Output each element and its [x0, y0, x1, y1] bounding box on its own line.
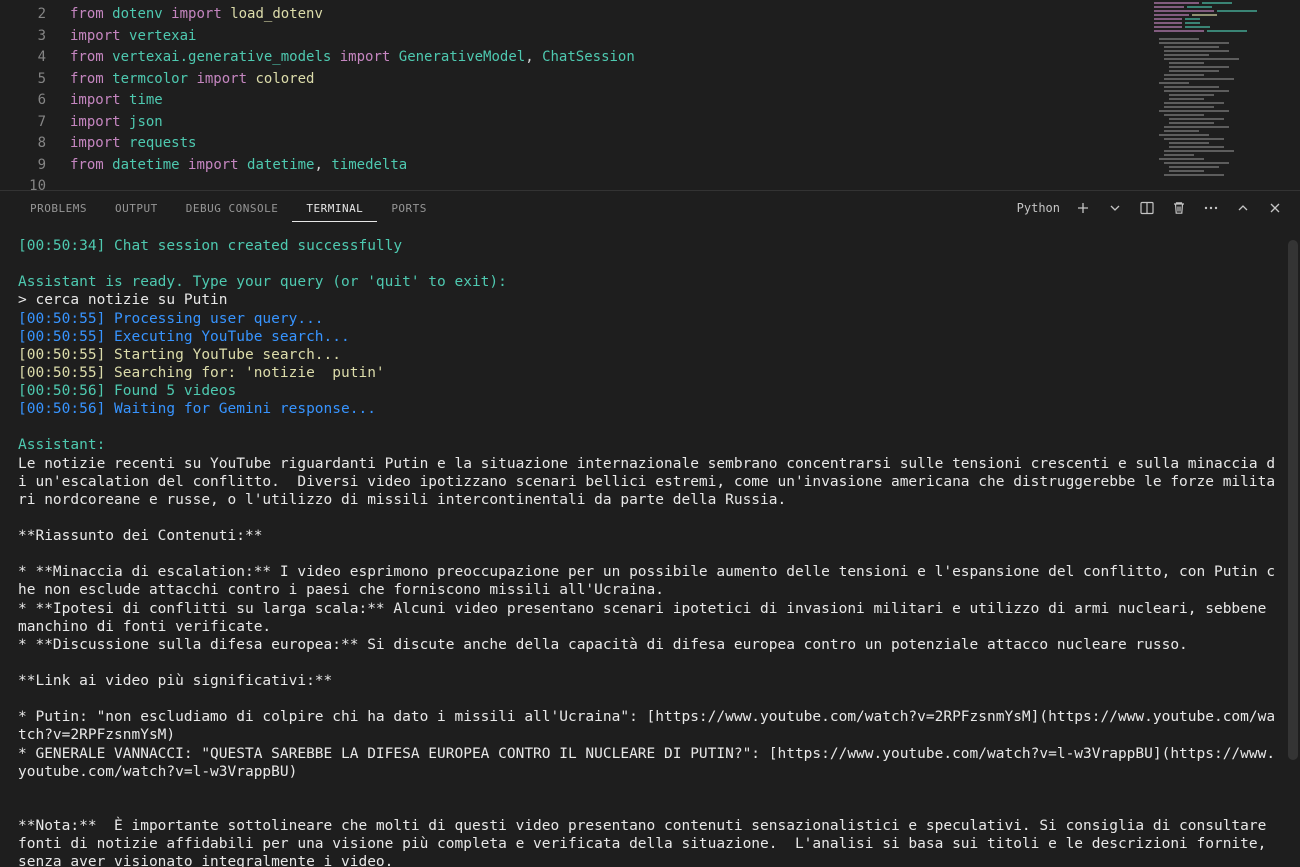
code-lines[interactable]: 2from dotenv import load_dotenv3import v… — [0, 0, 1300, 190]
code-text[interactable]: import vertexai — [70, 26, 1300, 48]
terminal-line: * **Discussione sulla difesa europea:** … — [18, 636, 1282, 654]
panel-tabs: PROBLEMS OUTPUT DEBUG CONSOLE TERMINAL P… — [0, 190, 1300, 225]
terminal-line — [18, 255, 1282, 273]
code-text[interactable]: from vertexai.generative_models import G… — [70, 47, 1300, 69]
minimap[interactable] — [1150, 0, 1300, 190]
panel-actions: Python — [1011, 199, 1284, 217]
terminal-line: Le notizie recenti su YouTube riguardant… — [18, 455, 1282, 509]
terminal-line: * **Ipotesi di conflitti su larga scala:… — [18, 600, 1282, 636]
line-number: 8 — [0, 133, 70, 155]
line-number: 2 — [0, 4, 70, 26]
code-line[interactable]: 2from dotenv import load_dotenv — [0, 4, 1300, 26]
terminal-line: [00:50:55] Processing user query... — [18, 310, 1282, 328]
split-terminal-button[interactable] — [1138, 199, 1156, 217]
terminal-line: * GENERALE VANNACCI: "QUESTA SAREBBE LA … — [18, 745, 1282, 781]
editor[interactable]: 2from dotenv import load_dotenv3import v… — [0, 0, 1300, 190]
terminal-line: Assistant is ready. Type your query (or … — [18, 273, 1282, 291]
terminal-line: [00:50:55] Starting YouTube search... — [18, 346, 1282, 364]
code-line[interactable]: 6import time — [0, 90, 1300, 112]
terminal-line: * Putin: "non escludiamo di colpire chi … — [18, 708, 1282, 744]
line-number: 5 — [0, 69, 70, 91]
terminal-line: **Link ai video più significativi:** — [18, 672, 1282, 690]
code-line[interactable]: 3import vertexai — [0, 26, 1300, 48]
tab-ports[interactable]: PORTS — [377, 194, 441, 222]
terminal-dropdown-icon[interactable] — [1106, 199, 1124, 217]
terminal-line — [18, 690, 1282, 708]
line-number: 9 — [0, 155, 70, 177]
code-line[interactable]: 10 — [0, 176, 1300, 190]
terminal-line: **Riassunto dei Contenuti:** — [18, 527, 1282, 545]
tab-terminal[interactable]: TERMINAL — [292, 194, 377, 222]
terminal-profile[interactable]: Python — [1011, 201, 1060, 215]
more-actions-button[interactable] — [1202, 199, 1220, 217]
tab-debug-console[interactable]: DEBUG CONSOLE — [172, 194, 293, 222]
vertical-scrollbar[interactable] — [1288, 240, 1298, 760]
code-line[interactable]: 9from datetime import datetime, timedelt… — [0, 155, 1300, 177]
code-line[interactable]: 7import json — [0, 112, 1300, 134]
terminal-line: **Nota:** È importante sottolineare che … — [18, 817, 1282, 867]
terminal-output[interactable]: [00:50:34] Chat session created successf… — [0, 225, 1300, 867]
kill-terminal-button[interactable] — [1170, 199, 1188, 217]
code-text[interactable]: from termcolor import colored — [70, 69, 1300, 91]
terminal-line: > cerca notizie su Putin — [18, 291, 1282, 309]
code-line[interactable]: 4from vertexai.generative_models import … — [0, 47, 1300, 69]
terminal-line — [18, 654, 1282, 672]
terminal-line: * **Minaccia di escalation:** I video es… — [18, 563, 1282, 599]
code-text[interactable]: import json — [70, 112, 1300, 134]
code-text[interactable]: from datetime import datetime, timedelta — [70, 155, 1300, 177]
terminal-line — [18, 509, 1282, 527]
terminal-line — [18, 781, 1282, 799]
terminal-profile-label: Python — [1017, 201, 1060, 215]
code-line[interactable]: 8import requests — [0, 133, 1300, 155]
terminal-line: Assistant: — [18, 436, 1282, 454]
line-number: 7 — [0, 112, 70, 134]
terminal-line: [00:50:55] Executing YouTube search... — [18, 328, 1282, 346]
terminal-line — [18, 799, 1282, 817]
code-line[interactable]: 5from termcolor import colored — [0, 69, 1300, 91]
code-text[interactable]: import requests — [70, 133, 1300, 155]
close-panel-button[interactable] — [1266, 199, 1284, 217]
maximize-panel-button[interactable] — [1234, 199, 1252, 217]
line-number: 10 — [0, 176, 70, 190]
tab-problems[interactable]: PROBLEMS — [16, 194, 101, 222]
line-number: 6 — [0, 90, 70, 112]
tab-output[interactable]: OUTPUT — [101, 194, 172, 222]
code-text[interactable]: from dotenv import load_dotenv — [70, 4, 1300, 26]
new-terminal-button[interactable] — [1074, 199, 1092, 217]
terminal-line: [00:50:56] Waiting for Gemini response..… — [18, 400, 1282, 418]
line-number: 3 — [0, 26, 70, 48]
terminal-line: [00:50:55] Searching for: 'notizie putin… — [18, 364, 1282, 382]
line-number: 4 — [0, 47, 70, 69]
terminal-line: [00:50:56] Found 5 videos — [18, 382, 1282, 400]
code-text[interactable]: import time — [70, 90, 1300, 112]
terminal-line: [00:50:34] Chat session created successf… — [18, 237, 1282, 255]
code-text[interactable] — [70, 176, 1300, 190]
terminal-line — [18, 418, 1282, 436]
terminal-line — [18, 545, 1282, 563]
